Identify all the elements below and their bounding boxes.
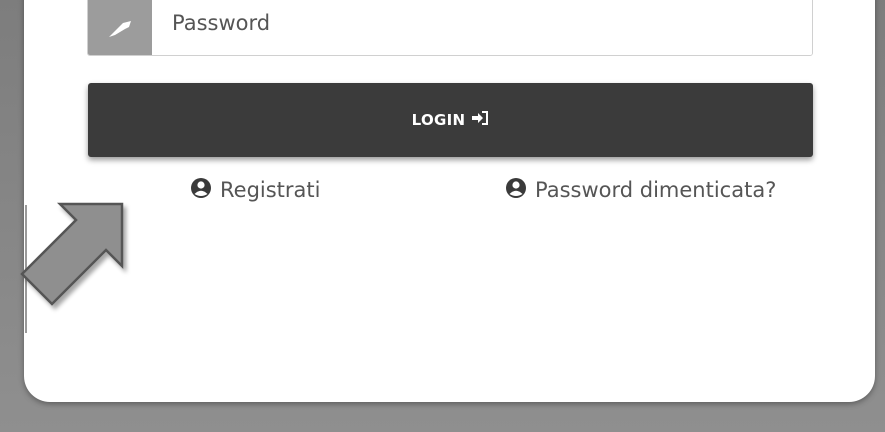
login-button[interactable]: LOGIN bbox=[88, 83, 813, 157]
arrow-up-right-icon bbox=[14, 196, 154, 336]
password-field-group bbox=[87, 0, 813, 56]
sign-in-icon bbox=[471, 110, 489, 130]
forgot-password-link-label: Password dimenticata? bbox=[535, 178, 777, 202]
key-icon bbox=[88, 0, 152, 55]
user-circle-icon bbox=[505, 177, 527, 204]
forgot-password-link[interactable]: Password dimenticata? bbox=[505, 175, 776, 205]
login-button-label: LOGIN bbox=[411, 111, 466, 129]
user-circle-icon bbox=[190, 177, 212, 204]
register-link[interactable]: Registrati bbox=[190, 175, 320, 205]
register-link-label: Registrati bbox=[220, 178, 321, 202]
password-input[interactable] bbox=[152, 0, 812, 55]
